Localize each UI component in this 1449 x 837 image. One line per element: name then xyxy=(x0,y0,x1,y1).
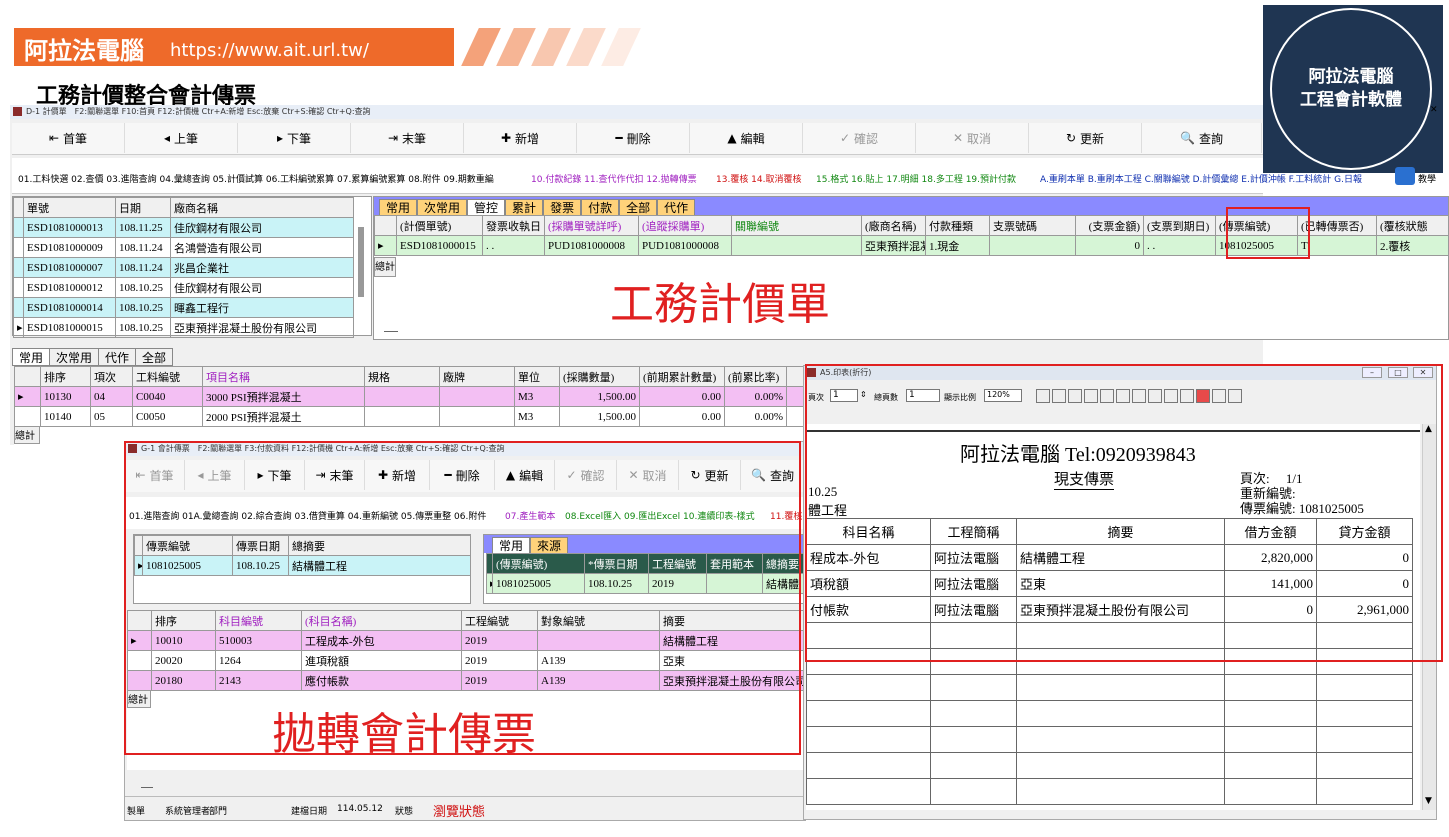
close-icon[interactable]: ✕ xyxy=(1430,105,1442,119)
status-created-label: 建檔日期 xyxy=(291,807,328,817)
table-row[interactable]: ▸ ESD1081000015 108.10.25 亞東預拌混凝土股份有限公司 xyxy=(13,317,354,338)
menu-teach[interactable]: 教學 xyxy=(1418,172,1436,185)
menu-refresh[interactable]: A.重刷本單 B.重刷本工程 C.關聯編號 D.計價彙總 E.計價沖帳 F.工料… xyxy=(1040,172,1390,185)
check-icon: ✓ xyxy=(839,131,851,145)
tab-secondary[interactable]: 次常用 xyxy=(417,199,468,215)
main-window-title: D-1 計價單 F2:關聯選單 F10:首頁 F12:計價機 Ctr+A:新增 … xyxy=(26,107,371,116)
teach-icon[interactable] xyxy=(1395,167,1415,185)
highlight-voucher-no xyxy=(1226,207,1310,259)
tab-detail-all[interactable]: 全部 xyxy=(136,348,174,366)
confirm-button[interactable]: ✓ 確認 xyxy=(803,123,916,153)
main-toolbar: ⇤ 首筆 ◂ 上筆 ▸ 下筆 ⇥ 末筆 ✚ 新增 ━ 刪除 ▲ 編輯 ✓ 確認 ✕ 取消 ↻ 更新 … xyxy=(12,123,1263,155)
first-icon: ⇤ xyxy=(48,131,60,145)
main-window-titlebar: D-1 計價單 F2:關聯選單 F10:首頁 F12:計價機 Ctr+A:新增 … xyxy=(10,105,1263,119)
prev-icon: ◂ xyxy=(163,131,170,145)
highlight-print xyxy=(805,364,1443,662)
tab-detail-agent[interactable]: 代作 xyxy=(99,348,137,366)
tab-all[interactable]: 全部 xyxy=(619,199,658,215)
table-row[interactable]: 10140 05 C0050 2000 PSI預拌混凝土 M3 1,500.00 0.00 0… xyxy=(14,406,807,427)
banner-stripe xyxy=(461,28,501,66)
voucher-list-panel: 單號 日期 廠商名稱 ESD1081000013 108.11.25 佳欣鋼材有限公司 … xyxy=(12,196,372,338)
brand-name: 阿拉法電腦 xyxy=(24,37,144,65)
delete-button[interactable]: ━ 刪除 xyxy=(577,123,690,153)
edit-button[interactable]: ▲ 編輯 xyxy=(690,123,803,153)
divider xyxy=(384,331,398,332)
voucher-label: 拋轉會計傳票 xyxy=(272,709,536,760)
tab-control[interactable]: 管控 xyxy=(467,199,506,215)
table-row[interactable]: ESD1081000012 108.10.25 佳欣鋼材有限公司 xyxy=(13,277,354,298)
tab-detail-secondary[interactable]: 次常用 xyxy=(50,348,100,366)
total-label: 總計 xyxy=(374,257,396,277)
first-button[interactable]: ⇤ 首筆 xyxy=(12,123,125,153)
col-header[interactable]: 日期 xyxy=(115,197,171,218)
logo-circle: 阿拉法電腦 工程會計軟體 xyxy=(1270,8,1432,170)
table-row[interactable]: ESD1081000007 108.11.24 兆昌企業社 xyxy=(13,257,354,278)
menu-review[interactable]: 13.覆核 14.取消覆核 xyxy=(716,172,802,185)
menu-payment[interactable]: 10.付款紀錄 11.查代作代扣 12.拋轉傳票 xyxy=(531,172,697,185)
status-dept: 部門 xyxy=(209,807,228,817)
col-header[interactable]: 單號 xyxy=(23,197,116,218)
banner-stripe xyxy=(531,28,571,66)
detail-tabs: 常用 次常用 代作 全部 xyxy=(12,348,812,366)
logo-line2: 工程會計軟體 xyxy=(1300,90,1402,110)
next-button[interactable]: ▸ 下筆 xyxy=(238,123,351,153)
status-created: 114.05.12 xyxy=(337,804,383,814)
divider xyxy=(141,787,153,788)
add-button[interactable]: ✚ 新增 xyxy=(464,123,577,153)
tab-payment[interactable]: 付款 xyxy=(581,199,620,215)
table-row[interactable]: ESD1081000014 108.10.25 暉鑫工程行 xyxy=(13,297,354,318)
app-icon xyxy=(13,107,22,116)
menu-format[interactable]: 15.格式 16.貼上 17.明細 18.多工程 19.預計付款 xyxy=(816,172,1016,185)
table-row[interactable]: ESD1081000013 108.11.25 佳欣鋼材有限公司 xyxy=(13,217,354,238)
banner-stripe xyxy=(496,28,536,66)
search-icon: 🔍 xyxy=(1180,131,1195,145)
table-row[interactable]: ▸ 10130 04 C0040 3000 PSI預拌混凝土 M3 1,500.00 0.00… xyxy=(14,386,807,407)
status-state: 瀏覽狀態 xyxy=(433,805,486,820)
next-icon: ▸ xyxy=(276,131,283,145)
pricing-list-table: 單號 日期 廠商名稱 ESD1081000013 108.11.25 佳欣鋼材有限公司 … xyxy=(13,197,354,338)
tab-cumulative[interactable]: 累計 xyxy=(505,199,544,215)
detail-table: 排序 項次 工料編號 項目名稱 規格 廠牌 單位 (採購數量) (前期累計數量)… xyxy=(14,366,807,427)
col-header[interactable]: 廠商名稱 xyxy=(170,197,354,218)
banner-stripe xyxy=(601,28,641,66)
x-icon: ✕ xyxy=(952,131,964,145)
scroll-down-icon[interactable]: ▼ xyxy=(1425,796,1432,806)
minus-icon: ━ xyxy=(615,131,623,145)
triangle-up-icon: ▲ xyxy=(727,131,737,145)
refresh-icon: ↻ xyxy=(1065,131,1077,145)
tab-agent[interactable]: 代作 xyxy=(657,199,696,215)
prev-button[interactable]: ◂ 上筆 xyxy=(125,123,238,153)
status-state-label: 狀態 xyxy=(395,807,414,817)
tab-detail-common[interactable]: 常用 xyxy=(12,348,51,366)
status-admin: 系統管理者 xyxy=(165,807,211,817)
status-maker: 製單 xyxy=(127,807,146,817)
detail-panel: 排序 項次 工料編號 項目名稱 規格 廠牌 單位 (採購數量) (前期累計數量)… xyxy=(14,366,807,446)
tab-common[interactable]: 常用 xyxy=(379,199,418,215)
scrollbar[interactable] xyxy=(358,227,364,297)
banner-stripe xyxy=(566,28,606,66)
tab-invoice[interactable]: 發票 xyxy=(543,199,582,215)
menu-basic[interactable]: 01.工料快選 02.查價 03.進階查詢 04.彙總查詢 05.計價試算 06… xyxy=(18,172,494,185)
status-bar: 製單 系統管理者 部門 建檔日期 114.05.12 狀態 瀏覽狀態 xyxy=(125,796,805,820)
table-row[interactable]: ESD1081000009 108.11.24 名鴻營造有限公司 xyxy=(13,237,354,258)
detail-total-label: 總計 xyxy=(14,426,40,444)
brand-url: https://www.ait.url.tw/ xyxy=(170,40,369,61)
last-icon: ⇥ xyxy=(387,131,399,145)
pricing-label: 工務計價單 xyxy=(610,279,830,330)
cancel-button[interactable]: ✕ 取消 xyxy=(916,123,1029,153)
plus-icon: ✚ xyxy=(500,131,512,145)
logo-line1: 阿拉法電腦 xyxy=(1308,67,1394,88)
refresh-button[interactable]: ↻ 更新 xyxy=(1029,123,1142,153)
last-button[interactable]: ⇥ 末筆 xyxy=(351,123,464,153)
query-button[interactable]: 🔍 查詢 xyxy=(1142,123,1262,153)
